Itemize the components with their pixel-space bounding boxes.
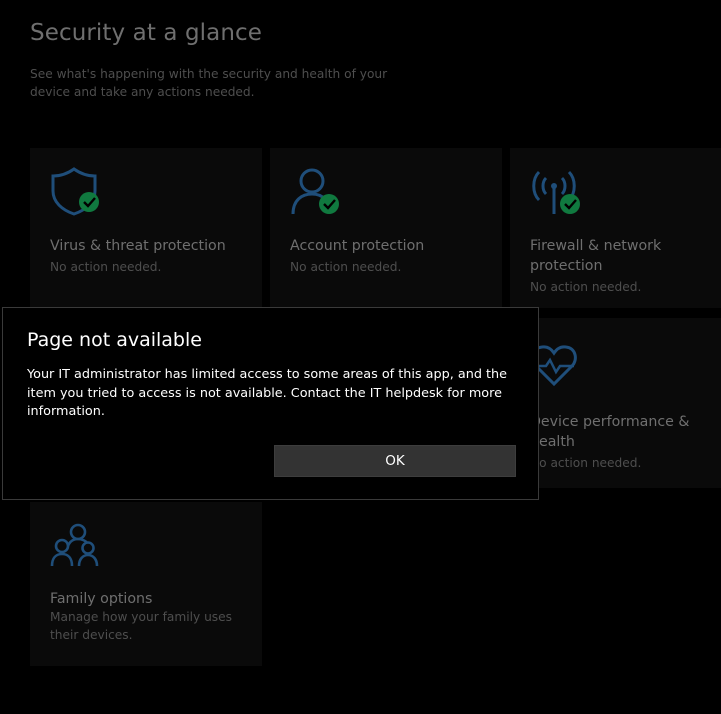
tile-status: Manage how your family uses their device… (50, 610, 232, 642)
tile-status: No action needed. (290, 260, 402, 274)
page-title: Security at a glance (30, 20, 263, 46)
tile-title: Firewall & network protection (530, 238, 662, 274)
ok-button[interactable]: OK (274, 445, 516, 477)
tile-family-options[interactable]: Family options Manage how your family us… (30, 502, 262, 666)
page-not-available-dialog: Page not available Your IT administrator… (2, 307, 539, 500)
dialog-message: Your IT administrator has limited access… (27, 367, 508, 419)
person-check-icon (290, 166, 346, 218)
tile-virus-threat-protection[interactable]: Virus & threat protection No action need… (30, 148, 262, 308)
dialog-title: Page not available (27, 329, 202, 351)
tile-device-performance-health[interactable]: Device performance & health No action ne… (510, 318, 721, 488)
page-subtitle: See what's happening with the security a… (30, 67, 388, 99)
tile-status: No action needed. (50, 260, 162, 274)
tile-firewall-network-protection[interactable]: Firewall & network protection No action … (510, 148, 721, 308)
tile-status: No action needed. (530, 456, 642, 470)
tile-title: Device performance & health (530, 414, 690, 450)
family-icon (50, 522, 106, 574)
security-app-window: Security at a glance See what's happenin… (0, 0, 721, 714)
tile-title: Family options (50, 591, 153, 607)
shield-check-icon (50, 166, 106, 218)
tile-title: Virus & threat protection (50, 238, 226, 254)
tile-status: No action needed. (530, 280, 642, 294)
tile-account-protection[interactable]: Account protection No action needed. (270, 148, 502, 308)
wifi-antenna-check-icon (530, 166, 586, 218)
tile-title: Account protection (290, 238, 425, 254)
